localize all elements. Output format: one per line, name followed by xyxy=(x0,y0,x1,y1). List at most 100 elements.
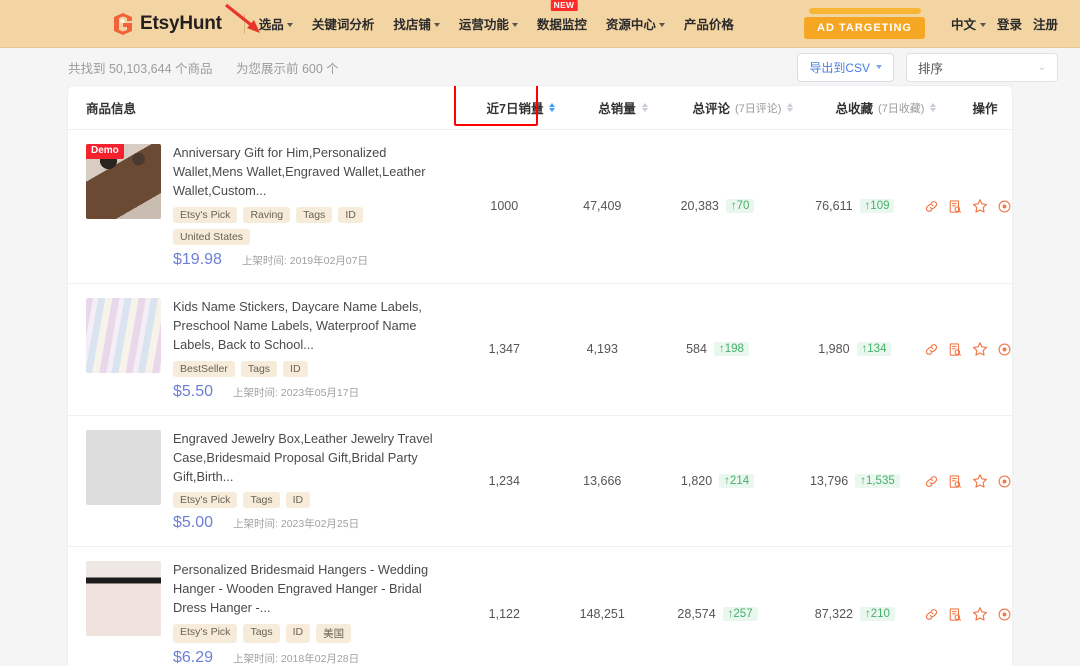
report-icon[interactable] xyxy=(948,342,963,357)
language-selector[interactable]: 中文 xyxy=(951,14,986,33)
product-title[interactable]: Kids Name Stickers, Daycare Name Labels,… xyxy=(173,298,441,355)
ad-targeting-promo[interactable]: AD TARGETING xyxy=(804,8,925,39)
sort-dropdown[interactable]: 排序 ⌄ xyxy=(906,53,1058,82)
cell-actions xyxy=(924,284,1012,415)
column-label: 操作 xyxy=(972,98,997,117)
product-tag[interactable]: 美国 xyxy=(316,624,351,643)
product-tag[interactable]: Etsy's Pick xyxy=(173,492,237,508)
cell-actions xyxy=(924,130,1012,283)
table-row[interactable]: Demo Anniversary Gift for Him,Personaliz… xyxy=(68,130,1012,284)
star-icon[interactable] xyxy=(972,198,988,214)
product-listing-date: 上架时间: 2018年02月28日 xyxy=(233,651,359,666)
product-title[interactable]: Anniversary Gift for Him,Personalized Wa… xyxy=(173,144,441,201)
sort-toggle-icon[interactable] xyxy=(642,103,648,112)
product-tag[interactable]: ID xyxy=(338,207,363,223)
total-sales-value: 47,409 xyxy=(583,199,621,213)
ad-targeting-button[interactable]: AD TARGETING xyxy=(804,17,925,39)
favorites-value: 1,980 xyxy=(818,342,849,356)
product-image[interactable] xyxy=(86,561,161,636)
star-icon[interactable] xyxy=(972,606,988,622)
nav-item-keyword-analysis[interactable]: 关键词分析 xyxy=(312,14,375,33)
language-label: 中文 xyxy=(951,14,976,33)
product-tag[interactable]: ID xyxy=(286,492,311,508)
product-tag[interactable]: Tags xyxy=(296,207,332,223)
product-image[interactable] xyxy=(86,298,161,373)
chevron-down-icon xyxy=(980,23,986,27)
product-title[interactable]: Engraved Jewelry Box,Leather Jewelry Tra… xyxy=(173,430,441,487)
product-thumbnail-wrap[interactable] xyxy=(86,561,161,636)
product-thumbnail-wrap[interactable] xyxy=(86,298,161,373)
column-header-sales-7d[interactable]: 近7日销量 xyxy=(468,98,574,117)
nav-right-group: AD TARGETING 中文 登录 注册 xyxy=(804,8,1058,39)
product-thumbnail-wrap[interactable]: Demo xyxy=(86,144,161,219)
table-row[interactable]: Engraved Jewelry Box,Leather Jewelry Tra… xyxy=(68,416,1012,548)
sort-toggle-icon[interactable] xyxy=(549,103,555,112)
product-tag[interactable]: Raving xyxy=(243,207,290,223)
product-image[interactable] xyxy=(86,430,161,505)
column-header-reviews[interactable]: 总评论 (7日评论) xyxy=(672,98,814,117)
product-tag[interactable]: Etsy's Pick xyxy=(173,624,237,643)
results-subheader: 共找到 50,103,644 个商品 为您展示前 600 个 导出到CSV 排序… xyxy=(0,48,1080,86)
sort-toggle-icon[interactable] xyxy=(930,103,936,112)
export-csv-button[interactable]: 导出到CSV xyxy=(797,53,894,82)
product-price: $5.50 xyxy=(173,383,213,401)
product-tag[interactable]: Tags xyxy=(241,361,277,377)
brand-logo[interactable]: EtsyHunt xyxy=(110,11,222,37)
nav-item-pricing[interactable]: 产品价格 xyxy=(684,14,734,33)
cell-actions xyxy=(924,547,1012,666)
new-badge: NEW xyxy=(551,0,578,11)
product-listing-date: 上架时间: 2023年02月25日 xyxy=(233,516,359,531)
product-tag[interactable]: Tags xyxy=(243,492,279,508)
product-tag[interactable]: Etsy's Pick xyxy=(173,207,237,223)
target-icon[interactable] xyxy=(997,342,1012,357)
report-icon[interactable] xyxy=(948,607,963,622)
product-tag[interactable]: BestSeller xyxy=(173,361,235,377)
product-title[interactable]: Personalized Bridesmaid Hangers - Weddin… xyxy=(173,561,441,618)
ad-promo-bar xyxy=(809,8,921,14)
cell-sales-7d: 1,347 xyxy=(453,284,555,415)
product-info-cell: Demo Anniversary Gift for Him,Personaliz… xyxy=(68,130,453,283)
link-icon[interactable] xyxy=(924,199,939,214)
star-icon[interactable] xyxy=(972,473,988,489)
table-row[interactable]: Kids Name Stickers, Daycare Name Labels,… xyxy=(68,284,1012,416)
nav-item-data-monitor[interactable]: NEW 数据监控 xyxy=(537,14,587,33)
reviews-value: 28,574 xyxy=(677,607,715,621)
product-listing-date: 上架时间: 2023年05月17日 xyxy=(233,385,359,400)
target-icon[interactable] xyxy=(997,474,1012,489)
login-link[interactable]: 登录 xyxy=(997,14,1022,33)
product-tag-list: Etsy's Pick Raving Tags ID United States xyxy=(173,207,441,245)
results-count: 共找到 50,103,644 个商品 为您展示前 600 个 xyxy=(68,58,339,77)
cell-total-sales: 47,409 xyxy=(555,130,649,283)
sort-toggle-icon[interactable] xyxy=(787,103,793,112)
column-header-product-info: 商品信息 xyxy=(68,98,468,117)
nav-label: 数据监控 xyxy=(537,14,587,33)
favorites-value: 13,796 xyxy=(810,474,848,488)
star-icon[interactable] xyxy=(972,341,988,357)
product-tag[interactable]: United States xyxy=(173,229,250,245)
product-thumbnail-wrap[interactable] xyxy=(86,430,161,505)
product-tag[interactable]: ID xyxy=(283,361,308,377)
table-row[interactable]: Personalized Bridesmaid Hangers - Weddin… xyxy=(68,547,1012,666)
report-icon[interactable] xyxy=(948,474,963,489)
target-icon[interactable] xyxy=(997,607,1012,622)
product-tag[interactable]: Tags xyxy=(243,624,279,643)
register-link[interactable]: 注册 xyxy=(1033,14,1058,33)
cell-reviews: 28,574 ↑257 xyxy=(649,547,785,666)
target-icon[interactable] xyxy=(997,199,1012,214)
cell-reviews: 20,383 ↑70 xyxy=(649,130,785,283)
link-icon[interactable] xyxy=(924,607,939,622)
link-icon[interactable] xyxy=(924,474,939,489)
column-header-total-sales[interactable]: 总销量 xyxy=(574,98,672,117)
report-icon[interactable] xyxy=(948,199,963,214)
subheader-controls: 导出到CSV 排序 ⌄ xyxy=(797,53,1058,82)
nav-item-operations[interactable]: 运营功能 xyxy=(459,14,518,33)
showing-count: 为您展示前 600 个 xyxy=(236,62,339,76)
product-tag[interactable]: ID xyxy=(286,624,311,643)
nav-item-find-shop[interactable]: 找店铺 xyxy=(393,14,440,33)
column-label: 总收藏 xyxy=(836,98,874,117)
reviews-value: 20,383 xyxy=(681,199,719,213)
link-icon[interactable] xyxy=(924,342,939,357)
nav-item-resource-center[interactable]: 资源中心 xyxy=(606,14,665,33)
column-header-favorites[interactable]: 总收藏 (7日收藏) xyxy=(814,98,958,117)
chevron-down-icon xyxy=(876,65,882,69)
